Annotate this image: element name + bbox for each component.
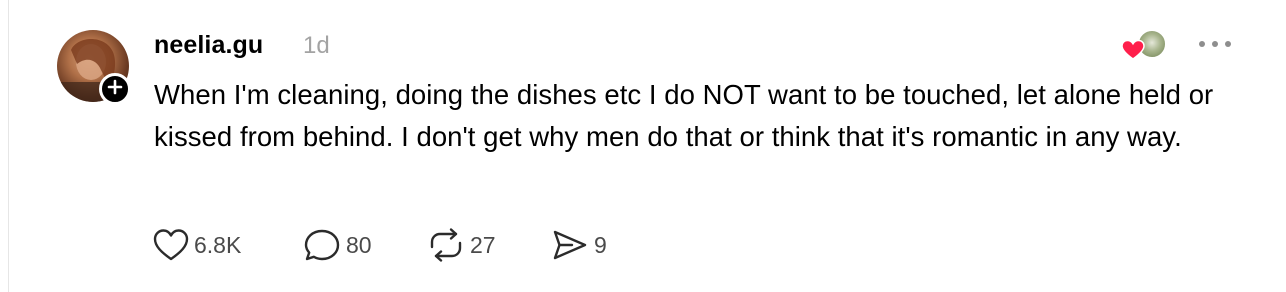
send-icon: [550, 227, 590, 263]
follow-button[interactable]: [99, 73, 131, 105]
heart-filled-icon: [1121, 39, 1147, 61]
comment-bubble-icon: [302, 227, 342, 263]
more-options-button[interactable]: [1196, 33, 1240, 57]
like-count: 6.8K: [194, 232, 242, 258]
thread-post: neelia.gu 1d When I'm cleaning, doing th…: [0, 0, 1286, 292]
reply-count: 80: [346, 232, 372, 258]
repost-count: 27: [470, 232, 496, 258]
author-avatar-group[interactable]: [57, 30, 133, 106]
share-count: 9: [594, 232, 607, 258]
post-body-text: When I'm cleaning, doing the dishes etc …: [154, 79, 1214, 152]
username-link[interactable]: neelia.gu: [154, 30, 263, 60]
like-button[interactable]: 6.8K: [152, 226, 241, 264]
reply-button[interactable]: 80: [302, 226, 372, 264]
repost-icon: [426, 227, 466, 263]
plus-icon: [107, 79, 123, 100]
post-timestamp[interactable]: 1d: [303, 31, 330, 61]
more-icon: [1196, 36, 1240, 54]
heart-outline-icon: [152, 227, 190, 263]
repost-button[interactable]: 27: [426, 226, 496, 264]
share-button[interactable]: 9: [550, 226, 607, 264]
reaction-summary[interactable]: [1121, 29, 1171, 61]
